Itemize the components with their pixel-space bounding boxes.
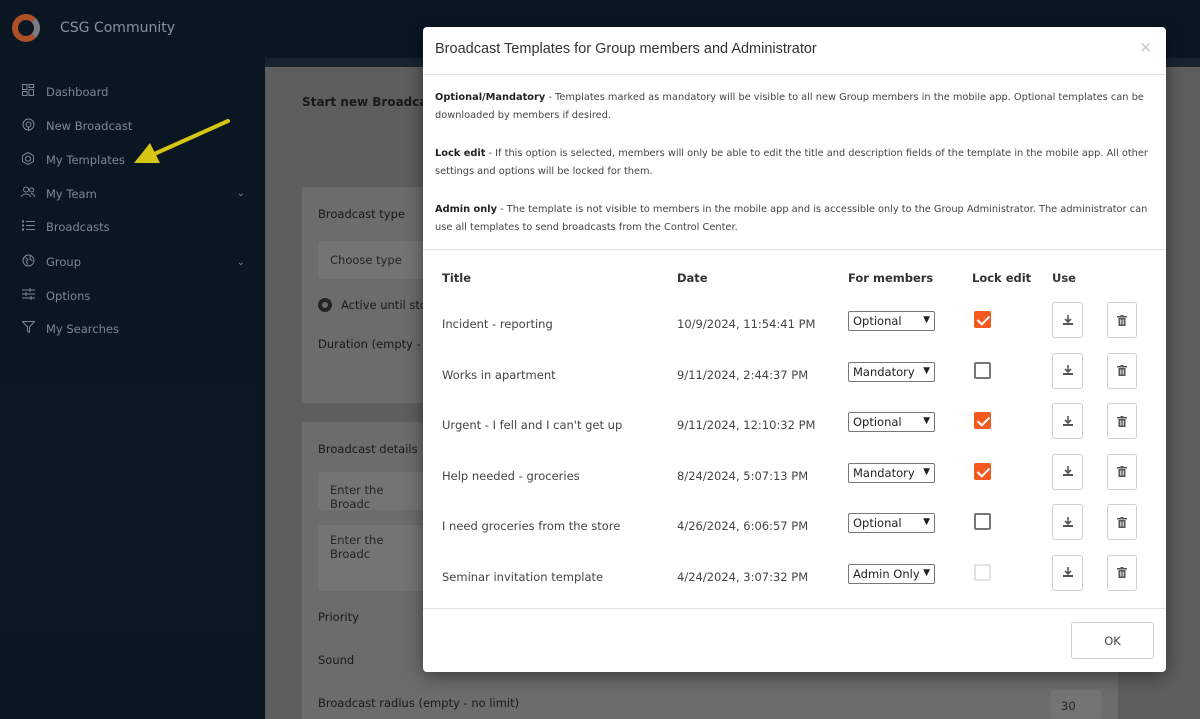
lock-edit-checkbox <box>974 563 991 581</box>
lock-edit-checkbox[interactable] <box>974 513 991 530</box>
template-title: Works in apartment <box>442 367 556 382</box>
for-members-value: Mandatory <box>853 364 915 379</box>
download-icon <box>1062 563 1074 582</box>
for-members-select[interactable]: Admin Only ▼ <box>848 563 935 584</box>
table-row: Urgent - I fell and I can't get up 9/11/2… <box>423 403 1166 453</box>
for-members-select[interactable]: Mandatory ▼ <box>848 462 935 483</box>
delete-template-button[interactable] <box>1107 302 1137 338</box>
lock-edit-checkbox[interactable] <box>974 361 991 379</box>
template-title: Urgent - I fell and I can't get up <box>442 418 623 432</box>
info-optional-mandatory: Optional/Mandatory - Templates marked as… <box>435 92 1144 121</box>
use-template-button[interactable] <box>1052 352 1083 389</box>
download-icon <box>1062 311 1074 330</box>
for-members-value: Admin Only <box>853 566 920 581</box>
ok-button[interactable]: OK <box>1071 622 1154 659</box>
modal-title: Broadcast Templates for Group members an… <box>435 41 817 57</box>
table-row: Seminar invitation template 4/24/2024, 3:… <box>423 554 1166 605</box>
download-icon <box>1062 412 1074 431</box>
trash-icon <box>1117 462 1127 481</box>
table-row: I need groceries from the store 4/26/2024… <box>423 504 1166 554</box>
for-members-value: Optional <box>853 415 902 429</box>
for-members-value: Optional <box>853 516 902 530</box>
delete-template-button[interactable] <box>1107 504 1137 540</box>
template-date: 8/24/2024, 5:07:13 PM <box>677 468 809 483</box>
delete-template-button[interactable] <box>1107 352 1137 389</box>
use-template-button[interactable] <box>1052 554 1083 591</box>
lock-edit-checkbox[interactable] <box>974 412 991 429</box>
download-icon <box>1062 361 1074 380</box>
for-members-value: Mandatory <box>853 465 915 480</box>
column-title: Title <box>442 271 472 285</box>
table-row: Help needed - groceries 8/24/2024, 5:07:1… <box>423 453 1166 504</box>
download-icon <box>1062 462 1074 481</box>
use-template-button[interactable] <box>1052 453 1083 490</box>
chevron-down-icon: ▼ <box>923 365 930 376</box>
info-section: Optional/Mandatory - Templates marked as… <box>423 75 1166 250</box>
download-icon <box>1062 513 1074 532</box>
trash-icon <box>1117 513 1127 532</box>
column-lock-edit: Lock edit <box>972 271 1032 285</box>
template-title: I need groceries from the store <box>442 519 621 533</box>
table-row: Incident - reporting 10/9/2024, 11:54:41 … <box>423 302 1166 352</box>
for-members-select[interactable]: Optional ▼ <box>848 311 935 331</box>
template-date: 9/11/2024, 2:44:37 PM <box>677 367 809 382</box>
trash-icon <box>1117 311 1127 330</box>
column-use: Use <box>1052 271 1076 285</box>
delete-template-button[interactable] <box>1107 453 1137 490</box>
for-members-select[interactable]: Mandatory ▼ <box>848 361 935 382</box>
delete-template-button[interactable] <box>1107 554 1137 591</box>
use-template-button[interactable] <box>1052 403 1083 439</box>
chevron-down-icon: ▼ <box>923 416 930 426</box>
chevron-down-icon: ▼ <box>923 567 930 578</box>
for-members-value: Optional <box>853 314 902 328</box>
info-lock-edit: Lock edit - If this option is selected, … <box>435 148 1148 177</box>
lock-edit-checkbox[interactable] <box>974 462 991 480</box>
table-row: Works in apartment 9/11/2024, 2:44:37 PM M… <box>423 352 1166 403</box>
chevron-down-icon: ▼ <box>923 517 930 527</box>
template-title: Incident - reporting <box>442 317 553 331</box>
column-date: Date <box>677 271 708 285</box>
use-template-button[interactable] <box>1052 302 1083 338</box>
info-admin-only: Admin only - The template is not visible… <box>435 204 1148 233</box>
trash-icon <box>1117 563 1127 582</box>
trash-icon <box>1117 412 1127 431</box>
close-icon[interactable]: × <box>1139 38 1152 56</box>
template-date: 10/9/2024, 11:54:41 PM <box>677 317 816 331</box>
chevron-down-icon: ▼ <box>923 466 930 477</box>
column-for-members: For members <box>848 271 934 285</box>
templates-modal: Broadcast Templates for Group members an… <box>423 27 1166 672</box>
template-date: 9/11/2024, 12:10:32 PM <box>677 418 816 432</box>
template-date: 4/24/2024, 3:07:32 PM <box>677 569 809 584</box>
template-title: Seminar invitation template <box>442 569 604 584</box>
modal-footer-divider <box>423 608 1166 609</box>
use-template-button[interactable] <box>1052 504 1083 540</box>
trash-icon <box>1117 361 1127 380</box>
template-date: 4/26/2024, 6:06:57 PM <box>677 519 809 533</box>
chevron-down-icon: ▼ <box>923 315 930 325</box>
for-members-select[interactable]: Optional ▼ <box>848 412 935 432</box>
for-members-select[interactable]: Optional ▼ <box>848 513 935 533</box>
delete-template-button[interactable] <box>1107 403 1137 439</box>
modal-header: Broadcast Templates for Group members an… <box>423 27 1166 75</box>
template-title: Help needed - groceries <box>442 468 580 483</box>
lock-edit-checkbox[interactable] <box>974 311 991 328</box>
